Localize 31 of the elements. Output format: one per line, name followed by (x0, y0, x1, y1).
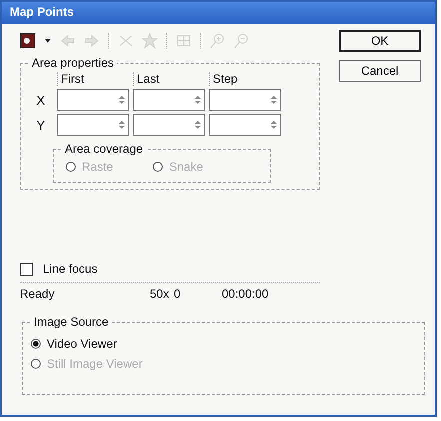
status-text: Ready (20, 287, 56, 301)
caret-icon[interactable] (44, 37, 52, 45)
spin-field[interactable] (57, 89, 129, 111)
column-header: Step (209, 72, 281, 86)
status-text: 00:00:00 (222, 287, 269, 301)
row-label: Y (36, 118, 46, 132)
status-text: 0 (174, 287, 182, 301)
group-title: Image Source (33, 315, 110, 329)
column-header: Last (133, 72, 205, 86)
group-title: Area coverage (64, 142, 144, 156)
group-title: Area properties (31, 56, 116, 70)
spin-field[interactable] (133, 114, 205, 136)
spin-arrows-icon[interactable] (270, 119, 278, 131)
line-focus-checkbox[interactable]: Line focus (20, 262, 320, 276)
status-text: 50x (150, 287, 170, 301)
spin-field[interactable] (133, 89, 205, 111)
row-label: X (36, 92, 46, 108)
spin-field[interactable] (57, 114, 129, 136)
record-icon[interactable] (20, 33, 36, 49)
spin-arrows-icon[interactable] (194, 94, 202, 106)
spin-arrows-icon[interactable] (194, 119, 202, 131)
radio-option[interactable]: Video Viewer (31, 337, 416, 351)
spin-arrows-icon[interactable] (118, 94, 126, 106)
column-header: First (57, 72, 129, 86)
spin-arrows-icon[interactable] (118, 119, 126, 131)
spin-field[interactable] (209, 89, 281, 111)
window-title: Map Points (10, 5, 74, 19)
spin-arrows-icon[interactable] (270, 94, 278, 106)
ok-button[interactable]: OK (339, 30, 421, 52)
spin-field[interactable] (209, 114, 281, 136)
cancel-button[interactable]: Cancel (339, 60, 421, 82)
